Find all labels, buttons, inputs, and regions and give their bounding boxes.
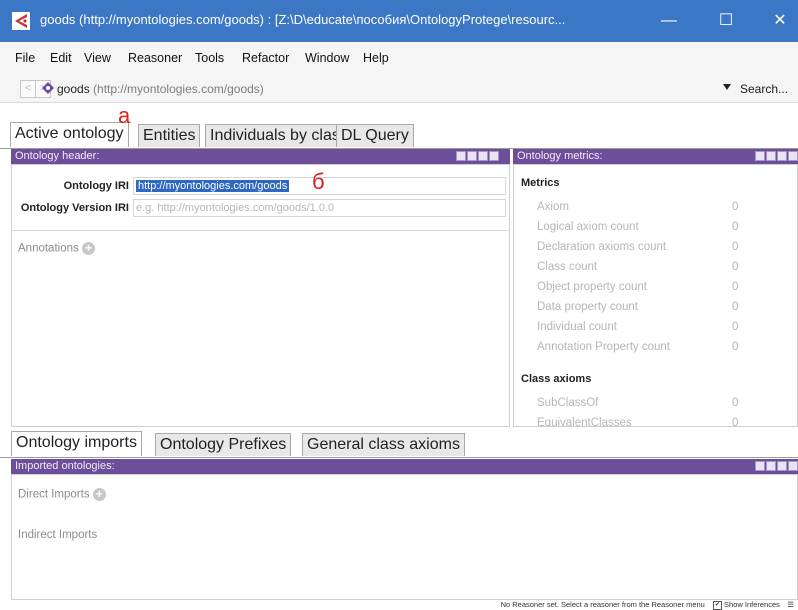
window-title: goods (http://myontologies.com/goods) : … — [40, 12, 566, 27]
metric-value: 0 — [732, 201, 739, 213]
ontology-name: goods — [57, 82, 90, 96]
ontology-metrics-title-bar: Ontology metrics: — [513, 149, 798, 164]
metric-value: 0 — [732, 241, 739, 253]
annotations-label: Annotations — [18, 242, 79, 255]
annotations-section: Annotations + — [18, 242, 95, 255]
ontology-icon — [42, 82, 54, 94]
minimize-button[interactable]: — — [656, 8, 682, 34]
metric-value: 0 — [732, 261, 739, 273]
reasoner-status: No Reasoner set. Select a reasoner from … — [500, 600, 705, 609]
metric-label: Data property count — [537, 301, 639, 313]
tab-general-class-axioms[interactable]: General class axioms — [302, 433, 465, 456]
close-button[interactable]: ✕ — [767, 8, 793, 34]
indirect-imports-label: Indirect Imports — [18, 529, 98, 541]
metric-label: EquivalentClasses — [537, 417, 632, 427]
metric-label: Declaration axioms count — [537, 241, 667, 253]
menu-refactor[interactable]: Refactor — [242, 51, 289, 65]
tab-dl-query[interactable]: DL Query — [336, 124, 414, 147]
navigation-bar: < > goods (http://myontologies.com/goods… — [0, 76, 798, 103]
annotation-mark-b: б — [312, 169, 325, 194]
ontology-metrics-title: Ontology metrics: — [517, 150, 603, 162]
title-bar: goods (http://myontologies.com/goods) : … — [0, 0, 798, 42]
menu-view[interactable]: View — [84, 51, 111, 65]
ontology-iri-value: http://myontologies.com/goods — [136, 180, 290, 192]
metrics-section-label: Metrics — [521, 177, 560, 189]
show-inferences-label: Show Inferences — [724, 600, 780, 609]
tab-ontology-imports[interactable]: Ontology imports — [11, 431, 142, 456]
menu-reasoner[interactable]: Reasoner — [128, 51, 182, 65]
metric-label: Object property count — [537, 281, 647, 293]
ontology-version-iri-input[interactable]: e.g. http://myontologies.com/goods/1.0.0 — [133, 199, 506, 217]
view-controls[interactable] — [754, 461, 798, 472]
metric-value: 0 — [732, 281, 739, 293]
imported-ontologies-title: Imported ontologies: — [15, 460, 115, 472]
menu-edit[interactable]: Edit — [50, 51, 72, 65]
tab-entities[interactable]: Entities — [138, 124, 201, 147]
metric-label: Axiom — [537, 201, 569, 213]
status-menu-icon[interactable]: ☰ — [786, 600, 794, 610]
metric-value: 0 — [732, 301, 739, 313]
metric-label: Logical axiom count — [537, 221, 639, 233]
add-annotation-icon[interactable]: + — [81, 242, 95, 255]
search-dropdown-arrow-icon[interactable] — [723, 84, 731, 90]
ontology-version-iri-label: Ontology Version IRI — [20, 202, 129, 214]
view-controls[interactable] — [754, 151, 798, 162]
metric-value: 0 — [732, 397, 739, 409]
metric-value: 0 — [732, 417, 739, 427]
imported-ontologies-title-bar: Imported ontologies: — [11, 459, 798, 474]
imported-ontologies-panel — [11, 474, 798, 600]
divider — [11, 230, 510, 231]
menu-bar: File Edit View Reasoner Tools Refactor W… — [0, 42, 798, 76]
menu-file[interactable]: File — [15, 51, 35, 65]
active-ontology-label[interactable]: goods (http://myontologies.com/goods) — [57, 82, 264, 96]
metric-label: Annotation Property count — [537, 341, 670, 353]
ontology-iri-text: (http://myontologies.com/goods) — [93, 82, 264, 96]
search-field[interactable]: Search... — [740, 82, 788, 96]
view-controls[interactable] — [455, 151, 499, 162]
class-axioms-section-label: Class axioms — [521, 373, 592, 385]
metric-value: 0 — [732, 221, 739, 233]
maximize-button[interactable]: ☐ — [713, 8, 739, 34]
metric-value: 0 — [732, 341, 739, 353]
ontology-iri-label: Ontology IRI — [63, 180, 129, 192]
tab-active-ontology[interactable]: Active ontology — [10, 122, 129, 147]
tab-individuals-by-class[interactable]: Individuals by class — [205, 124, 353, 147]
protege-app-icon — [12, 12, 30, 30]
add-import-icon[interactable]: + — [92, 488, 106, 501]
menu-window[interactable]: Window — [305, 51, 349, 65]
metric-value: 0 — [732, 321, 739, 333]
metric-label: Individual count — [537, 321, 617, 333]
annotation-mark-a: а — [118, 103, 131, 128]
ontology-metrics-panel: Metrics Axiom 0 Logical axiom count 0 De… — [513, 164, 798, 427]
metric-label: SubClassOf — [537, 397, 599, 409]
metric-label: Class count — [537, 261, 598, 273]
ontology-header-title-bar: Ontology header: — [11, 149, 510, 164]
show-inferences-checkbox[interactable]: ✔ — [712, 600, 722, 610]
ontology-header-title: Ontology header: — [15, 150, 100, 162]
menu-help[interactable]: Help — [363, 51, 389, 65]
menu-tools[interactable]: Tools — [195, 51, 224, 65]
back-button[interactable]: < — [20, 80, 36, 98]
direct-imports-label: Direct Imports — [18, 488, 90, 501]
tab-ontology-prefixes[interactable]: Ontology Prefixes — [155, 433, 292, 456]
direct-imports-section: Direct Imports + — [18, 488, 106, 501]
status-bar: No Reasoner set. Select a reasoner from … — [0, 600, 798, 610]
imports-tab-strip: Ontology imports Ontology Prefixes Gener… — [0, 431, 798, 458]
